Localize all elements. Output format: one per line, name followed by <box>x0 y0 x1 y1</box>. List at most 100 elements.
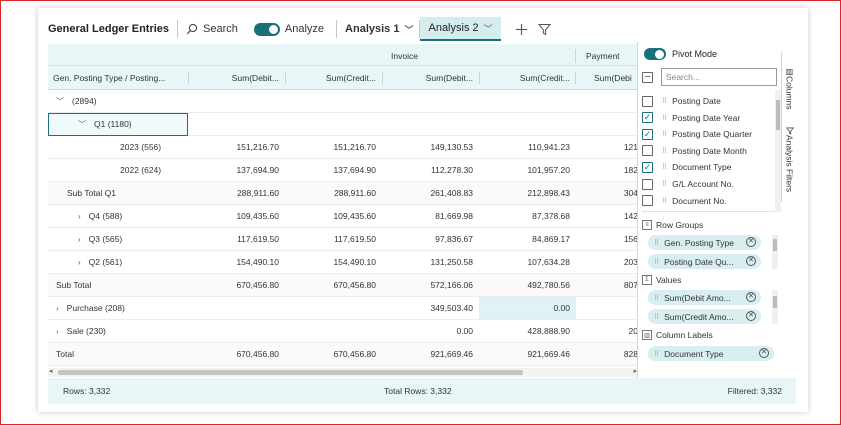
value-cell[interactable]: 97,836.67 <box>382 228 473 250</box>
row-label-cell[interactable]: › Purchase (208) <box>56 297 188 319</box>
value-pill[interactable]: ⠿ Sum(Debit Amo... ✕ <box>648 290 761 305</box>
column-checkbox[interactable] <box>642 195 653 207</box>
scroll-left-icon[interactable]: ◂ <box>49 367 53 375</box>
remove-icon[interactable]: ✕ <box>746 292 756 302</box>
row-groups-scrollbar[interactable] <box>772 235 778 269</box>
row-label-cell[interactable]: › Q2 (561) <box>78 251 188 273</box>
tab-analysis-filters[interactable]: Analysis Filters <box>782 122 797 198</box>
column-list-item[interactable]: ⠿ G/L Account No. <box>642 176 734 192</box>
value-cell[interactable] <box>479 113 570 135</box>
value-cell[interactable] <box>382 90 473 112</box>
value-cell[interactable]: 110,941.23 <box>479 136 570 158</box>
table-row[interactable]: › Purchase (208) 349,503.40 0.00 <box>48 297 638 320</box>
remove-icon[interactable]: ✕ <box>746 256 756 266</box>
drag-handle-icon[interactable]: ⠿ <box>654 239 659 247</box>
value-cell[interactable] <box>188 113 279 135</box>
value-cell[interactable]: 107,634.28 <box>479 251 570 273</box>
column-header-invoice-sum-credit[interactable]: Sum(Credit... <box>479 66 576 90</box>
column-checkbox[interactable]: ✓ <box>642 161 653 173</box>
drag-handle-icon[interactable]: ⠿ <box>654 258 659 266</box>
column-checkbox[interactable] <box>642 95 653 107</box>
value-cell[interactable]: 149,130.53 <box>382 136 473 158</box>
value-pill[interactable]: ⠿ Sum(Credit Amo... ✕ <box>648 309 761 324</box>
table-row[interactable]: Total 670,456.80 670,456.80 921,669.46 921,6… <box>48 343 638 366</box>
value-cell[interactable]: 921,669.46 <box>382 343 473 365</box>
analyze-switch[interactable] <box>253 22 280 36</box>
table-row[interactable]: ﹀ Q1 (1180) <box>48 113 638 136</box>
expand-icon[interactable]: › <box>78 212 81 221</box>
expand-icon[interactable]: › <box>78 235 81 244</box>
value-cell[interactable]: 828 <box>576 343 638 365</box>
row-label-cell[interactable]: › Q3 (565) <box>78 228 188 250</box>
drag-handle-icon[interactable]: ⠿ <box>662 197 667 205</box>
column-header-sum-credit[interactable]: Sum(Credit... <box>285 66 382 90</box>
value-cell[interactable]: 572,166.06 <box>382 274 473 296</box>
value-cell[interactable] <box>285 113 376 135</box>
row-label-cell[interactable]: Total <box>56 343 188 365</box>
column-list-item[interactable]: ✓ ⠿ Document Type <box>642 159 732 175</box>
value-cell[interactable]: 154,490.10 <box>285 251 376 273</box>
add-analysis-button[interactable] <box>515 23 528 36</box>
row-label-cell[interactable]: ﹀ Q1 (1180) <box>78 113 188 135</box>
horizontal-scroll-thumb[interactable] <box>58 370 523 375</box>
value-cell[interactable]: 109,435.60 <box>285 205 376 227</box>
value-cell[interactable]: 137,694.90 <box>188 159 279 181</box>
value-cell[interactable]: 137,694.90 <box>285 159 376 181</box>
drag-handle-icon[interactable]: ⠿ <box>662 130 667 138</box>
values-scrollbar[interactable] <box>772 290 778 324</box>
row-label-cell[interactable]: Sub Total <box>56 274 188 296</box>
row-label-cell[interactable]: Sub Total Q1 <box>67 182 188 204</box>
value-cell[interactable]: 288,911.60 <box>285 182 376 204</box>
drag-handle-icon[interactable]: ⠿ <box>654 313 659 321</box>
column-header-invoice-sum-debit[interactable]: Sum(Debit... <box>382 66 479 90</box>
drag-handle-icon[interactable]: ⠿ <box>662 147 667 155</box>
value-cell[interactable]: 109,435.60 <box>188 205 279 227</box>
table-row[interactable]: › Q2 (561) 154,490.10 154,490.10 131,250.58 1… <box>48 251 638 274</box>
pivot-mode-switch[interactable] <box>644 48 666 60</box>
expand-icon[interactable]: › <box>56 327 59 336</box>
column-list-scroll-thumb[interactable] <box>776 100 780 130</box>
row-group-pill[interactable]: ⠿ Posting Date Qu... ✕ <box>648 254 761 269</box>
value-cell[interactable]: 492,780.56 <box>479 274 570 296</box>
value-cell[interactable]: 117,619.50 <box>188 228 279 250</box>
expand-icon[interactable]: › <box>56 304 59 313</box>
collapse-icon[interactable]: ﹀ <box>56 96 64 107</box>
column-checkbox[interactable]: ✓ <box>642 112 653 124</box>
value-cell[interactable]: 156 <box>576 228 638 250</box>
value-cell[interactable] <box>576 297 638 319</box>
remove-icon[interactable]: ✕ <box>746 311 756 321</box>
value-cell[interactable] <box>576 113 638 135</box>
drag-handle-icon[interactable]: ⠿ <box>662 97 667 105</box>
value-cell[interactable]: 154,490.10 <box>188 251 279 273</box>
value-cell[interactable]: 121 <box>576 136 638 158</box>
value-cell[interactable]: 87,378.68 <box>479 205 570 227</box>
value-cell[interactable]: 349,503.40 <box>382 297 473 319</box>
table-row[interactable]: ﹀ (2894) <box>48 90 638 113</box>
value-cell[interactable] <box>188 297 279 319</box>
row-label-cell[interactable]: › Q4 (588) <box>78 205 188 227</box>
column-list-item[interactable]: ⠿ Posting Date <box>642 93 721 109</box>
value-cell[interactable]: 670,456.80 <box>188 343 279 365</box>
column-list-item[interactable]: ⠿ Document No. <box>642 193 726 209</box>
table-row[interactable]: › Q3 (565) 117,619.50 117,619.50 97,836.67 84… <box>48 228 638 251</box>
value-cell[interactable]: 0.00 <box>479 297 576 319</box>
table-row[interactable]: Sub Total Q1 288,911.60 288,911.60 261,408.… <box>48 182 638 205</box>
value-cell[interactable] <box>382 113 473 135</box>
value-cell[interactable]: 131,250.58 <box>382 251 473 273</box>
value-cell[interactable]: 151,216.70 <box>285 136 376 158</box>
search-button[interactable]: Search <box>186 23 238 35</box>
value-cell[interactable]: 84,869.17 <box>479 228 570 250</box>
row-group-pill[interactable]: ⠿ Gen. Posting Type ✕ <box>648 235 761 250</box>
table-row[interactable]: › Q4 (588) 109,435.60 109,435.60 81,669.98 87… <box>48 205 638 228</box>
value-cell[interactable]: 807 <box>576 274 638 296</box>
column-header-sum-debit[interactable]: Sum(Debit... <box>188 66 285 90</box>
remove-icon[interactable]: ✕ <box>759 348 769 358</box>
table-row[interactable]: Sub Total 670,456.80 670,456.80 572,166.06 4… <box>48 274 638 297</box>
value-cell[interactable] <box>285 320 376 342</box>
table-row[interactable]: › Sale (230) 0.00 428,888.90 20 <box>48 320 638 343</box>
value-cell[interactable]: 0.00 <box>382 320 473 342</box>
column-list-item[interactable]: ⠿ Posting Date Month <box>642 143 747 159</box>
values-scroll-thumb[interactable] <box>773 296 777 308</box>
value-cell[interactable] <box>285 90 376 112</box>
column-header-payment-sum-debit[interactable]: Sum(Debi <box>594 66 638 90</box>
